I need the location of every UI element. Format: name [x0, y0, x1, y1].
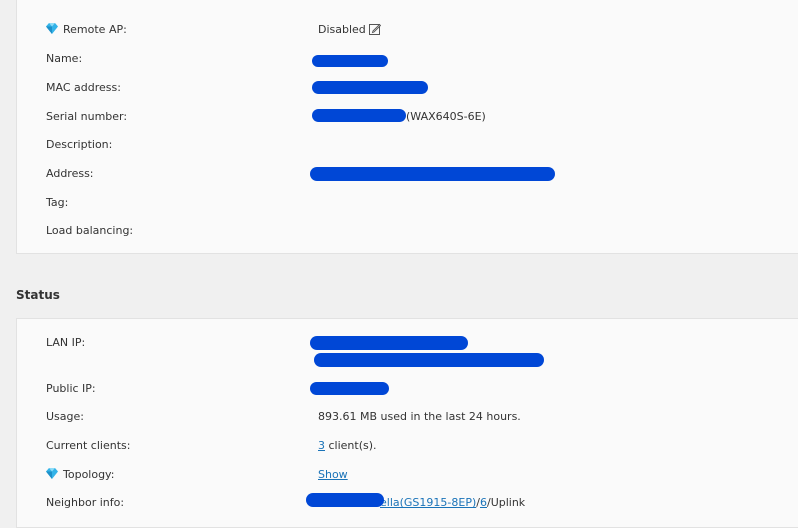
neighbor-port-link[interactable]: 6	[480, 496, 487, 509]
mac-address-label: MAC address:	[46, 81, 121, 94]
clients-count-link[interactable]: 3	[318, 439, 325, 452]
lan-ip-label: LAN IP:	[46, 336, 86, 349]
gem-icon	[46, 23, 58, 34]
neighbor-info-value: ella(GS1915-8EP)/6/Uplink	[380, 496, 525, 509]
redaction-neighbor	[306, 493, 384, 507]
load-balancing-label: Load balancing:	[46, 224, 134, 237]
device-info-panel: Remote AP: Disabled Name: MAC address: S…	[16, 0, 798, 254]
status-section-title: Status	[16, 288, 60, 302]
gem-icon	[46, 468, 58, 479]
topology-show-link[interactable]: Show	[318, 468, 348, 481]
clients-suffix: client(s).	[325, 439, 377, 452]
usage-value: 893.61 MB used in the last 24 hours.	[318, 410, 521, 423]
topology-label-text: Topology:	[63, 468, 115, 481]
neighbor-suffix: /Uplink	[486, 496, 526, 509]
topology-label: Topology:	[46, 468, 114, 481]
remote-ap-label: Remote AP:	[46, 23, 127, 36]
edit-icon[interactable]	[368, 23, 381, 35]
redaction-lan-ip-1	[310, 336, 468, 350]
usage-label: Usage:	[46, 410, 84, 423]
tag-label: Tag:	[46, 196, 69, 209]
redaction-lan-ip-2	[314, 353, 544, 367]
redaction-address	[310, 167, 555, 181]
serial-number-label: Serial number:	[46, 110, 128, 123]
remote-ap-value: Disabled	[318, 23, 381, 36]
neighbor-info-label: Neighbor info:	[46, 496, 125, 509]
current-clients-label: Current clients:	[46, 439, 131, 452]
show-link[interactable]: Show	[318, 468, 348, 481]
serial-model: (WAX640S-6E)	[406, 110, 486, 123]
current-clients-value: 3 client(s).	[318, 439, 377, 452]
redaction-mac	[312, 81, 428, 94]
neighbor-device-link[interactable]: ella(GS1915-8EP)	[380, 496, 476, 509]
address-label: Address:	[46, 167, 94, 180]
name-label: Name:	[46, 52, 83, 65]
remote-ap-label-text: Remote AP:	[63, 23, 127, 36]
redaction-public-ip	[310, 382, 389, 395]
description-label: Description:	[46, 138, 113, 151]
public-ip-label: Public IP:	[46, 382, 96, 395]
redaction-serial	[312, 109, 406, 122]
remote-ap-status: Disabled	[318, 23, 366, 36]
redaction-name	[312, 55, 388, 67]
